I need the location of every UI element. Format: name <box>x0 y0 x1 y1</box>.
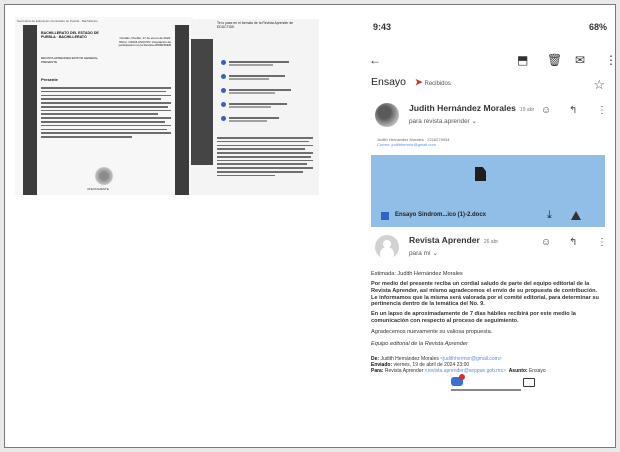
reply-icon[interactable]: ↰ <box>569 105 577 116</box>
doc-right-bar <box>175 25 189 195</box>
notification-badge <box>459 374 465 380</box>
chat-list-item <box>221 115 311 123</box>
recipient-line[interactable]: para mí ⌄ <box>409 249 438 257</box>
attachment-card[interactable]: Ensayo Sindrom...ico (1)-2.docx ⤓ <box>371 155 605 227</box>
chat-list-item <box>221 59 311 67</box>
recipient-line[interactable]: para revista.aprender ⌄ <box>409 117 477 125</box>
seal-icon <box>95 167 113 185</box>
chat-header: Te lo pase en el formato de la Revista A… <box>217 21 313 29</box>
important-marker-icon: ➤ <box>414 76 423 87</box>
quoted-header: De: Judith Hernández Morales <judithherm… <box>371 356 502 368</box>
signature-email: Correo: judithhermor@gmail.com <box>377 142 436 147</box>
avatar <box>375 235 399 259</box>
sender-name-text: Judith Hernández Morales <box>409 103 516 113</box>
sender-signature: Judith Hernández Morales · 2216279934 Co… <box>377 137 450 147</box>
status-bar: 9:43 68% <box>373 22 607 34</box>
download-icon[interactable]: ⤓ <box>547 209 552 222</box>
to-label: Para: <box>371 368 384 374</box>
emoji-icon[interactable]: ☺ <box>541 105 551 116</box>
chat-dot-icon <box>221 60 226 65</box>
more-vert-icon[interactable]: ⋮ <box>597 105 607 116</box>
star-icon[interactable]: ☆ <box>593 77 605 93</box>
body-paragraph: Agradecemos nuevamente su valiosa propue… <box>371 329 493 335</box>
chat-paragraph <box>217 137 313 179</box>
greeting: Estimada: Judith Hernández Morales <box>371 271 463 277</box>
doc-addressee: REVISTA APRENDER EDITOR GENERAL PRESENTE <box>41 56 98 64</box>
attachment-footer: Ensayo Sindrom...ico (1)-2.docx ⤓ <box>371 205 605 227</box>
word-icon <box>381 212 389 220</box>
label-chip[interactable]: ➤ Recibidos <box>415 77 451 88</box>
message-time: 19 abr <box>519 107 535 113</box>
back-arrow-icon[interactable]: ← <box>369 53 381 67</box>
scanned-page: Secretaría de Educación del Estado de Pu… <box>4 4 617 448</box>
subject-text: Ensayo <box>371 76 407 88</box>
chat-dark-panel <box>191 39 213 165</box>
doc-body-lines <box>41 87 171 140</box>
email-toolbar: ← ⬒ 🗑 ✉ ⋮ <box>369 53 617 69</box>
trash-icon[interactable]: 🗑 <box>547 53 562 67</box>
avatar <box>375 103 399 127</box>
recipient-text: para mí <box>409 250 431 257</box>
doc-signature-caption: ATENTAMENTE <box>87 187 109 191</box>
doc-institution: BACHILLERATO DEL ESTADO DE PUEBLA · BACH… <box>41 31 99 39</box>
chat-header-line2: EDUCTIDE <box>217 25 235 29</box>
recipient-text: para revista.aprender <box>409 118 470 125</box>
doc-top-line: Secretaría de Educación del Estado de Pu… <box>17 19 98 23</box>
sender-name: Judith Hernández Morales 19 abr <box>409 103 534 113</box>
sender-name-text: Revista Aprender <box>409 235 480 245</box>
body-paragraph: En un lapso de aproximadamente de 7 días… <box>371 311 576 324</box>
chat-dot-icon <box>221 102 226 107</box>
document-screenshot: Secretaría de Educación del Estado de Pu… <box>15 17 193 195</box>
chat-screenshot: Te lo pase en el formato de la Revista A… <box>191 19 319 195</box>
emoji-icon[interactable]: ☺ <box>541 237 551 248</box>
doc-meta: Ocotlán, Puebla, 17 de enero de 2024. Of… <box>118 36 171 48</box>
chat-dot-icon <box>221 116 226 121</box>
chat-list-item <box>221 101 311 109</box>
chat-list-item <box>221 73 311 81</box>
battery-level: 68% <box>588 22 607 32</box>
email-subject: Ensayo ➤ Recibidos <box>371 76 451 88</box>
subject-label: Asunto: <box>508 368 528 374</box>
quoted-header-2: Para: Revista Aprender <revista.aprender… <box>371 368 546 374</box>
home-indicator <box>451 389 521 391</box>
drive-icon[interactable] <box>571 211 581 220</box>
chat-list-item <box>221 87 311 95</box>
chat-dot-icon <box>221 74 226 79</box>
mail-icon[interactable]: ✉ <box>575 53 585 67</box>
subject-value: Ensayo <box>528 368 546 374</box>
bottom-nav <box>395 374 575 391</box>
email-signature: Equipo editorial de la Revista Aprender <box>371 341 468 347</box>
archive-icon[interactable]: ⬒ <box>517 53 528 67</box>
document-file-icon <box>475 167 486 181</box>
label-text: Recibidos <box>424 80 451 87</box>
sender-name: Revista Aprender 26 abr <box>409 235 498 245</box>
email-screenshot: 9:43 68% ← ⬒ 🗑 ✉ ⋮ Ensayo ➤ Recibidos ☆ J… <box>357 19 617 391</box>
doc-left-bar <box>23 25 37 195</box>
to-value: Revista Aprender <box>384 368 424 374</box>
more-vert-icon[interactable]: ⋮ <box>597 237 607 248</box>
message-time: 26 abr <box>483 239 499 245</box>
to-email[interactable]: <revista.aprender@seppue.gob.mx> <box>425 368 506 374</box>
status-time: 9:43 <box>373 22 392 32</box>
more-vert-icon[interactable]: ⋮ <box>605 53 617 67</box>
reply-icon[interactable]: ↰ <box>569 237 577 248</box>
body-paragraph: Por medio del presente reciba un cordial… <box>371 281 599 308</box>
doc-heading: Presente <box>41 77 58 82</box>
attachment-name: Ensayo Sindrom...ico (1)-2.docx <box>395 212 487 218</box>
video-icon[interactable] <box>523 378 535 387</box>
chat-dot-icon <box>221 88 226 93</box>
